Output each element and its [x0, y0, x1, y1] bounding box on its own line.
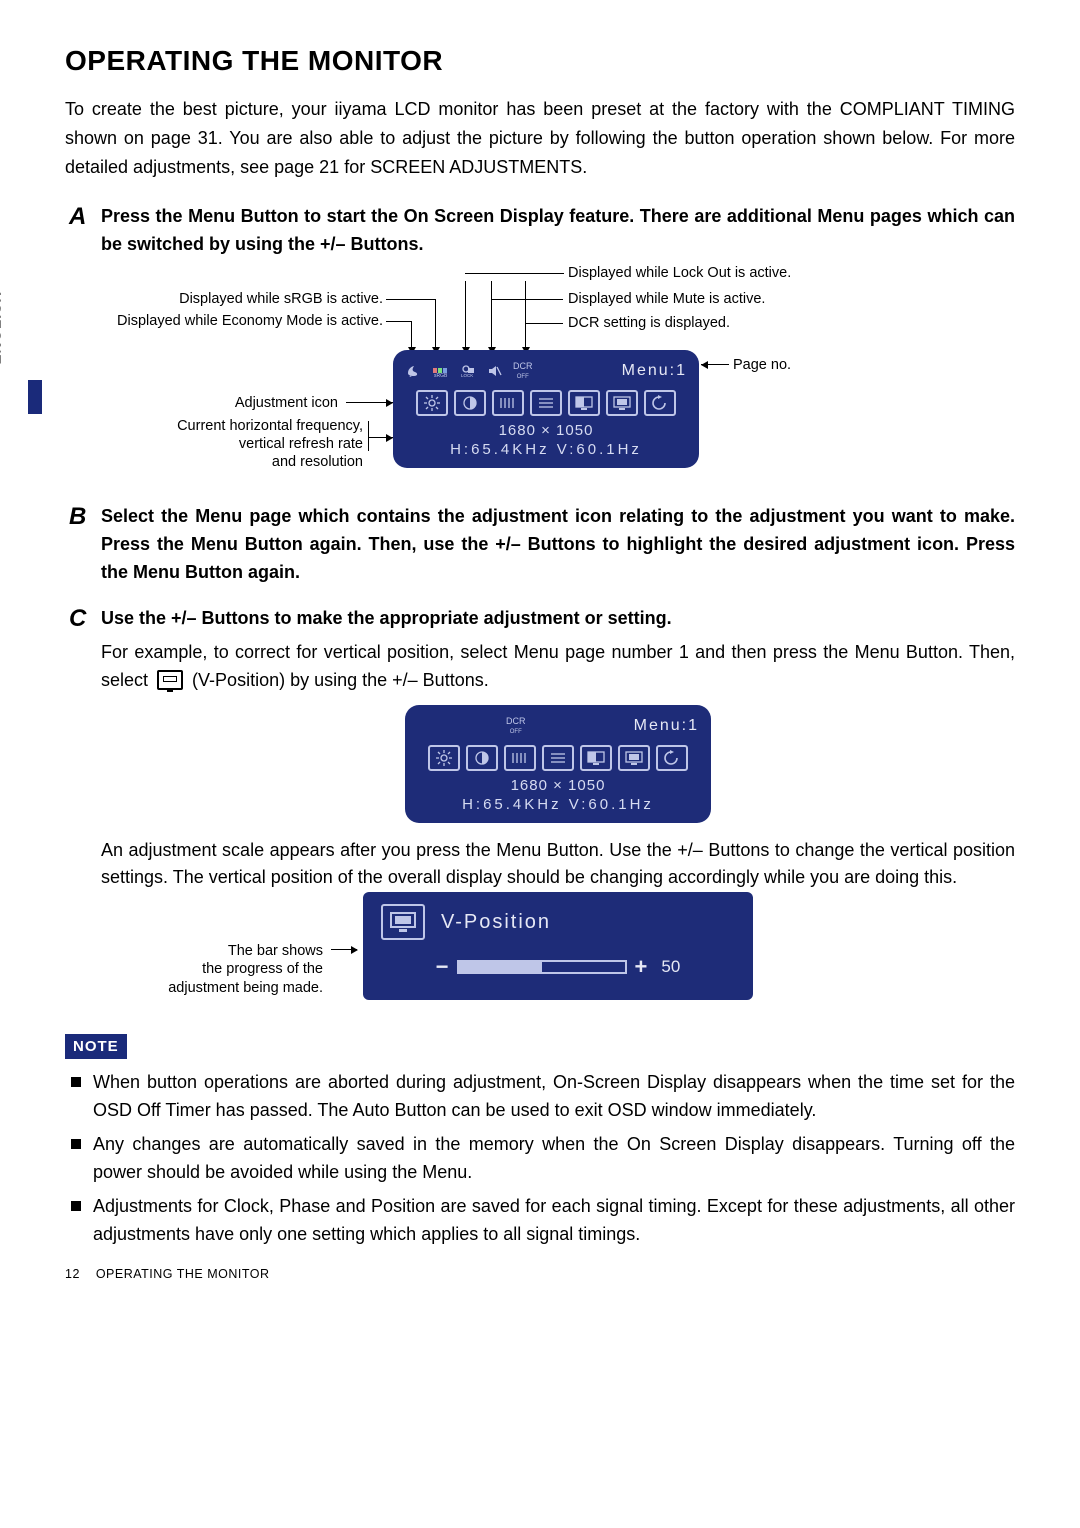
callout-adj-icon: Adjustment icon	[73, 395, 338, 411]
callout-freq: Current horizontal frequency, vertical r…	[73, 417, 363, 471]
adjustment-icon-row-2	[417, 745, 699, 771]
callout-page-no: Page no.	[733, 357, 791, 373]
svg-text:sRGB: sRGB	[434, 373, 448, 378]
osd-diagram-2: DCR OFF Menu:1 1680 × 1050 H:65.4KHz V:6…	[101, 705, 1015, 823]
osd-panel-2: DCR OFF Menu:1 1680 × 1050 H:65.4KHz V:6…	[405, 705, 711, 823]
contrast-icon[interactable]	[466, 745, 498, 771]
step-c-bold: Use the +/– Buttons to make the appropri…	[101, 605, 1015, 633]
vposition-inline-icon	[157, 670, 183, 690]
osd-diagram-1: Displayed while sRGB is active. Displaye…	[73, 265, 1015, 485]
language-text: ENGLISH	[0, 343, 5, 365]
intro-text: To create the best picture, your iiyama …	[65, 95, 1015, 181]
callout-dcr: DCR setting is displayed.	[568, 315, 730, 331]
vposition-large-icon	[381, 904, 425, 940]
osd-frequency: H:65.4KHz V:60.1Hz	[405, 441, 687, 458]
srgb-icon: sRGB	[432, 364, 450, 378]
svg-text:1: 1	[409, 373, 412, 378]
contrast-icon[interactable]	[454, 390, 486, 416]
adjustment-icon-row	[405, 390, 687, 416]
step-b: B Select the Menu page which contains th…	[65, 503, 1015, 587]
osd-frequency-2: H:65.4KHz V:60.1Hz	[417, 796, 699, 813]
page-title: OPERATING THE MONITOR	[65, 45, 1015, 77]
reset-icon[interactable]	[656, 745, 688, 771]
note-badge: NOTE	[65, 1034, 127, 1059]
callout-srgb: Displayed while sRGB is active.	[73, 291, 383, 307]
adjustment-value: 50	[661, 957, 680, 977]
minus-sign: −	[436, 954, 449, 980]
notes-list: When button operations are aborted durin…	[65, 1069, 1015, 1248]
note-item: When button operations are aborted durin…	[65, 1069, 1015, 1125]
mute-icon	[486, 364, 504, 378]
osd-menu-label: Menu:1	[622, 362, 687, 380]
step-c-body1: For example, to correct for vertical pos…	[101, 639, 1015, 695]
phase-icon[interactable]	[542, 745, 574, 771]
language-marker	[28, 380, 42, 414]
step-b-text: Select the Menu page which contains the …	[101, 503, 1015, 587]
adjustment-bar[interactable]	[457, 960, 627, 974]
plus-sign: +	[635, 954, 648, 980]
dcr-status-icon: DCR OFF	[513, 362, 533, 380]
step-b-marker: B	[69, 503, 86, 531]
callout-lock: Displayed while Lock Out is active.	[568, 265, 791, 281]
osd-menu-label-2: Menu:1	[634, 717, 699, 735]
clock-icon[interactable]	[504, 745, 536, 771]
osd-resolution-2: 1680 × 1050	[417, 777, 699, 794]
note-item: Adjustments for Clock, Phase and Positio…	[65, 1193, 1015, 1249]
economy-icon: 1	[405, 364, 423, 378]
callout-economy: Displayed while Economy Mode is active.	[73, 313, 383, 329]
lock-icon: LOCK	[459, 364, 477, 378]
step-c: C Use the +/– Buttons to make the approp…	[65, 605, 1015, 1012]
note-item: Any changes are automatically saved in t…	[65, 1131, 1015, 1187]
phase-icon[interactable]	[530, 390, 562, 416]
vposition-diagram: The bar shows the progress of the adjust…	[73, 892, 1015, 1012]
svg-text:LOCK: LOCK	[461, 373, 473, 378]
step-a-text: Press the Menu Button to start the On Sc…	[101, 203, 1015, 259]
hposition-icon[interactable]	[568, 390, 600, 416]
callout-mute: Displayed while Mute is active.	[568, 291, 765, 307]
step-a: A Press the Menu Button to start the On …	[65, 203, 1015, 485]
brightness-icon[interactable]	[428, 745, 460, 771]
osd-panel: 1 sRGB LOCK DCR OFF Menu:1	[393, 350, 699, 468]
callout-bar: The bar shows the progress of the adjust…	[103, 942, 323, 996]
vposition-icon[interactable]	[606, 390, 638, 416]
vposition-title: V-Position	[441, 911, 551, 934]
dcr-status-icon-2: DCR OFF	[506, 717, 526, 735]
step-c-marker: C	[69, 605, 86, 633]
osd-resolution: 1680 × 1050	[405, 422, 687, 439]
vposition-icon[interactable]	[618, 745, 650, 771]
language-tab: ENGLISH	[8, 300, 30, 410]
hposition-icon[interactable]	[580, 745, 612, 771]
clock-icon[interactable]	[492, 390, 524, 416]
reset-icon[interactable]	[644, 390, 676, 416]
step-a-marker: A	[69, 203, 86, 231]
page-footer: 12 OPERATING THE MONITOR	[65, 1267, 1015, 1281]
vposition-panel: V-Position − + 50	[363, 892, 753, 1000]
brightness-icon[interactable]	[416, 390, 448, 416]
step-c-body2: An adjustment scale appears after you pr…	[101, 837, 1015, 893]
